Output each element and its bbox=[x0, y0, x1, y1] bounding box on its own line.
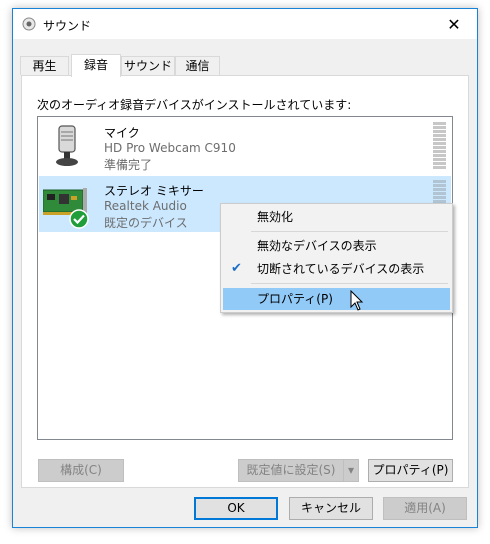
set-default-button[interactable]: 既定値に設定(S) bbox=[238, 459, 344, 482]
configure-button[interactable]: 構成(C) bbox=[38, 459, 124, 482]
menu-item-properties[interactable]: プロパティ(P) bbox=[223, 288, 450, 310]
device-item-microphone[interactable]: マイク HD Pro Webcam C910 準備完了 bbox=[39, 118, 451, 174]
menu-item-show-disconnected[interactable]: ✔ 切断されているデバイスの表示 bbox=[223, 258, 450, 280]
menu-item-label: 無効なデバイスの表示 bbox=[257, 239, 377, 253]
device-status: 準備完了 bbox=[104, 158, 153, 172]
chevron-down-icon: ▾ bbox=[347, 463, 355, 477]
tab-communications[interactable]: 通信 bbox=[175, 56, 220, 75]
checkmark-icon: ✔ bbox=[231, 261, 242, 276]
microphone-icon bbox=[56, 125, 78, 166]
window-title: サウンド bbox=[43, 19, 92, 33]
menu-item-label: 切断されているデバイスの表示 bbox=[257, 262, 425, 276]
device-name: マイク bbox=[104, 126, 140, 140]
properties-button[interactable]: プロパティ(P) bbox=[368, 459, 453, 482]
ok-button[interactable]: OK bbox=[194, 497, 278, 520]
set-default-dropdown[interactable]: ▾ bbox=[343, 459, 359, 482]
menu-item-show-disabled[interactable]: 無効なデバイスの表示 bbox=[223, 235, 450, 257]
tab-recording[interactable]: 録音 bbox=[71, 54, 121, 77]
device-name: ステレオ ミキサー bbox=[104, 184, 204, 198]
level-meter bbox=[433, 122, 446, 170]
title-bar[interactable]: サウンド ✕ bbox=[13, 9, 477, 39]
menu-item-label: 無効化 bbox=[257, 210, 294, 224]
menu-item-disable[interactable]: 無効化 bbox=[223, 206, 450, 228]
apply-button[interactable]: 適用(A) bbox=[383, 497, 467, 520]
instruction-text: 次のオーディオ録音デバイスがインストールされています: bbox=[37, 98, 352, 112]
speaker-icon bbox=[22, 17, 36, 31]
default-check-icon bbox=[69, 209, 89, 229]
tab-sounds[interactable]: サウンド bbox=[121, 56, 175, 75]
close-icon: ✕ bbox=[447, 14, 461, 34]
menu-item-label: プロパティ(P) bbox=[257, 292, 333, 306]
menu-separator bbox=[251, 283, 448, 284]
tab-playback[interactable]: 再生 bbox=[20, 56, 69, 75]
context-menu: 無効化 無効なデバイスの表示 ✔ 切断されているデバイスの表示 プロパティ(P) bbox=[220, 203, 453, 313]
mouse-pointer-icon bbox=[350, 290, 364, 311]
device-driver: Realtek Audio bbox=[104, 199, 187, 213]
menu-separator bbox=[251, 231, 448, 232]
cancel-button[interactable]: キャンセル bbox=[289, 497, 373, 520]
device-status: 既定のデバイス bbox=[104, 216, 188, 230]
device-driver: HD Pro Webcam C910 bbox=[104, 141, 236, 155]
close-button[interactable]: ✕ bbox=[431, 9, 477, 39]
